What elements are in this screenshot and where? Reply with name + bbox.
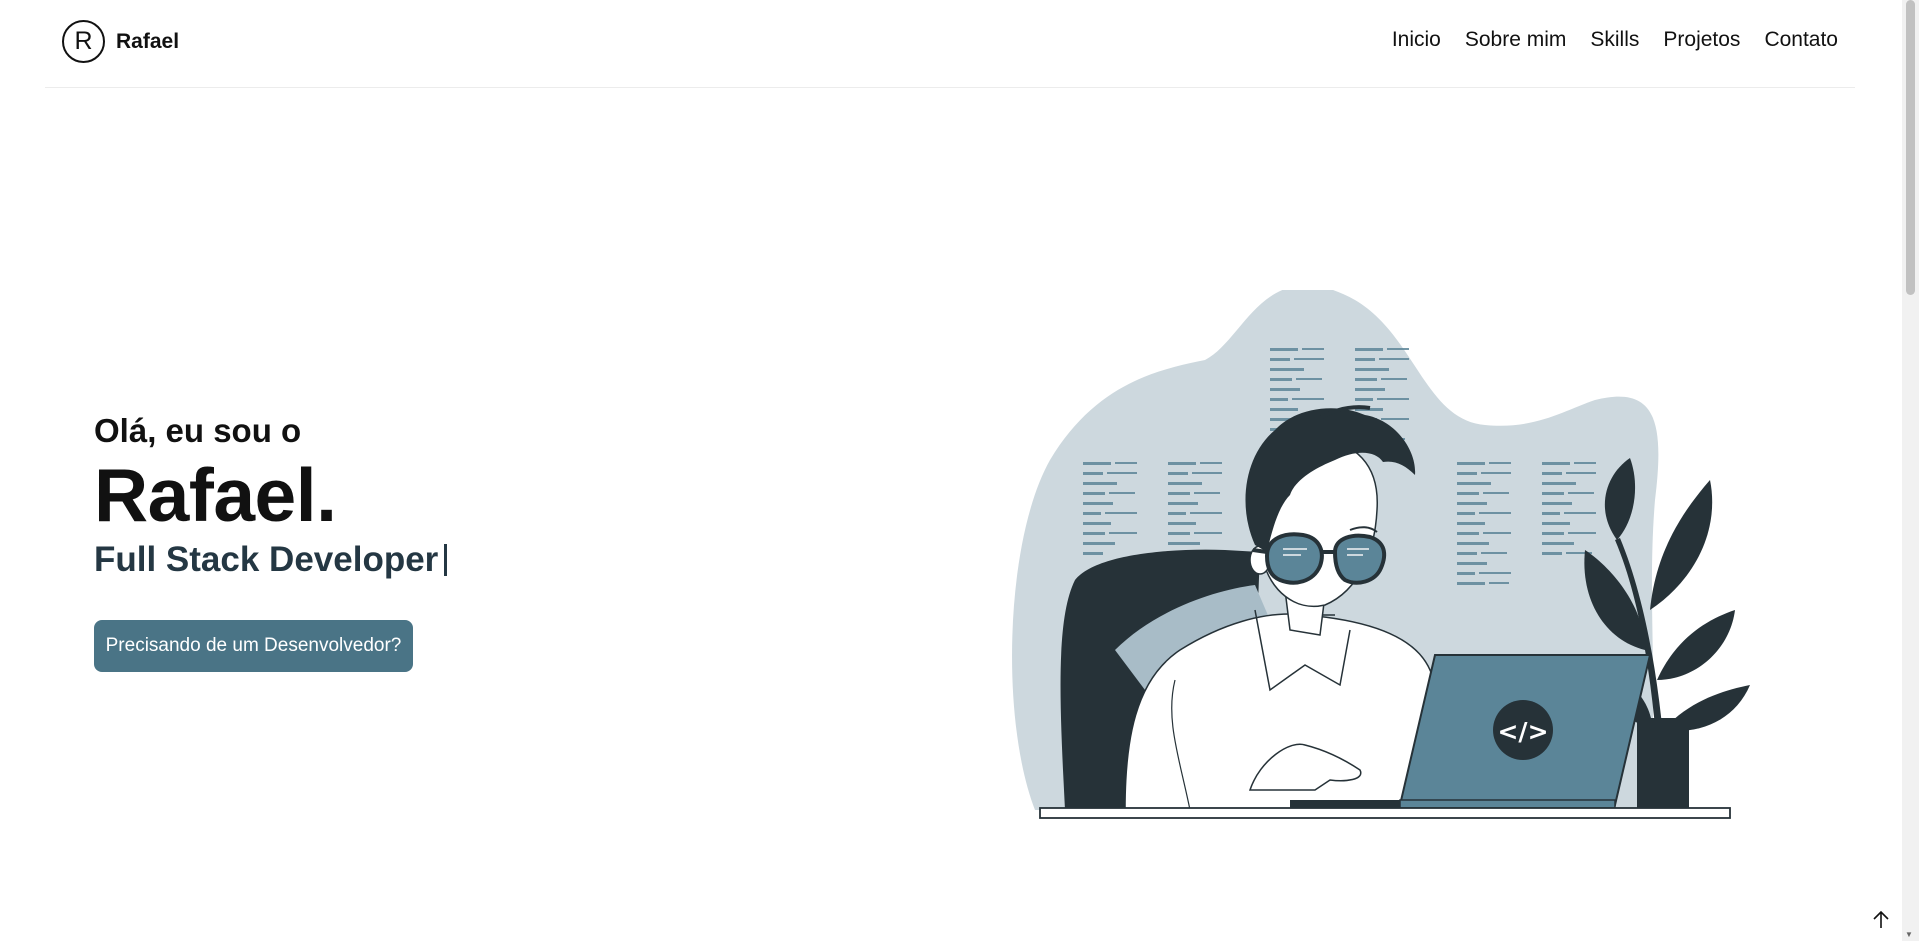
hire-developer-button[interactable]: Precisando de um Desenvolvedor? <box>94 620 413 672</box>
nav-item-inicio[interactable]: Inicio <box>1392 28 1441 52</box>
scrollbar-thumb[interactable] <box>1906 0 1915 295</box>
hero-role-line: Full Stack Developer <box>94 540 448 580</box>
logo: R <box>62 20 105 63</box>
laptop-base <box>1399 799 1616 809</box>
nav-item-projetos[interactable]: Projetos <box>1663 28 1740 52</box>
plant-pot <box>1637 718 1689 810</box>
vertical-scrollbar[interactable]: ▲ ▼ <box>1902 0 1919 941</box>
nav-item-skills[interactable]: Skills <box>1590 28 1639 52</box>
arrow-up-icon[interactable] <box>1871 910 1891 930</box>
scroll-down-icon[interactable]: ▼ <box>1905 930 1913 939</box>
brand-name: Rafael <box>116 29 180 53</box>
hero-text: Olá, eu sou o Rafael. Full Stack Develop… <box>94 412 448 580</box>
keyboard <box>1290 800 1400 808</box>
hero-name: Rafael. <box>94 453 337 537</box>
code-icon-label: </> <box>1497 717 1548 746</box>
typing-cursor <box>444 544 448 576</box>
site-header: R Rafael Inicio Sobre mim Skills Projeto… <box>45 0 1855 88</box>
hero-greeting: Olá, eu sou o <box>94 412 302 449</box>
brand[interactable]: R Rafael <box>62 20 179 63</box>
desk <box>1039 807 1731 819</box>
main-nav: Inicio Sobre mim Skills Projetos Contato <box>1392 28 1838 52</box>
developer-illustration: </> <box>1012 290 1750 819</box>
nav-item-sobre-mim[interactable]: Sobre mim <box>1465 28 1567 52</box>
nav-item-contato[interactable]: Contato <box>1764 28 1838 52</box>
hero-role: Full Stack Developer <box>94 540 439 579</box>
